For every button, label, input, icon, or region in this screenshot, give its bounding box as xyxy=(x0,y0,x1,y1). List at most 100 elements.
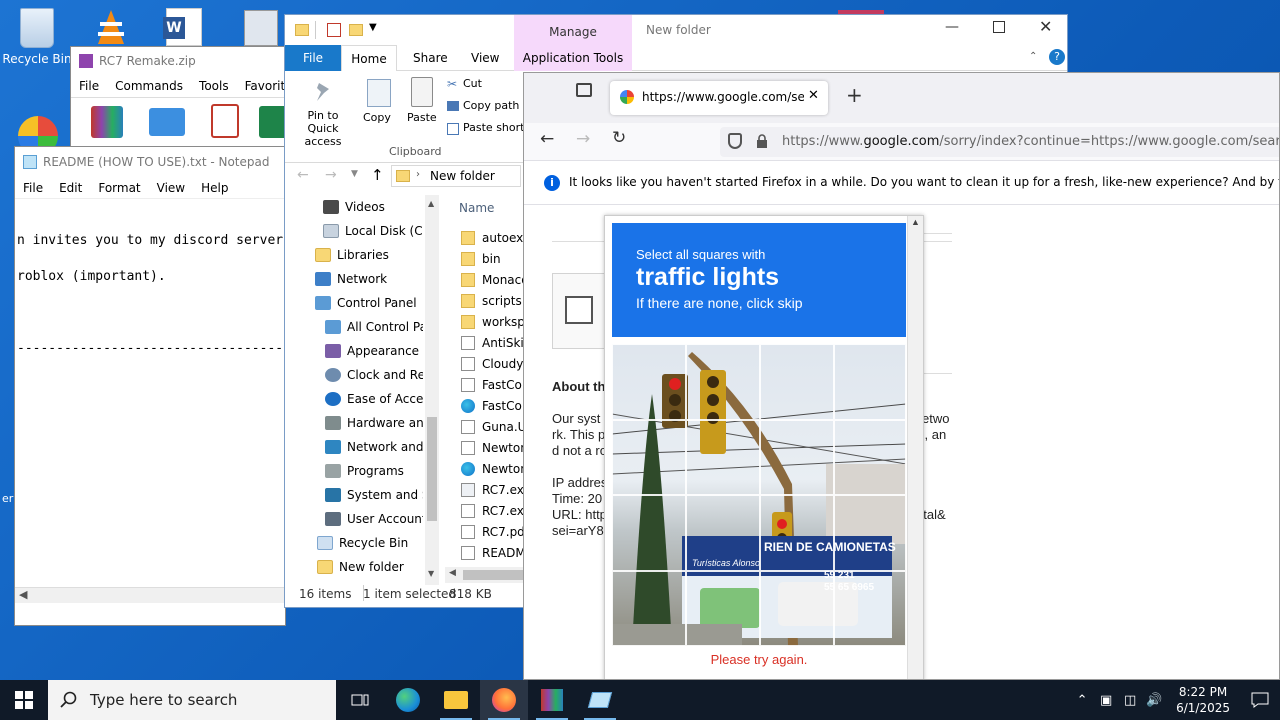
captcha-tile[interactable] xyxy=(612,571,686,646)
tree-item-network-internet[interactable]: Network and Internet xyxy=(305,435,423,459)
files-horizontal-scrollbar[interactable]: ◀ xyxy=(445,567,525,583)
lock-icon[interactable] xyxy=(756,134,768,148)
chevron-down-icon[interactable]: ▼ xyxy=(369,22,377,33)
tree-item-network[interactable]: Network xyxy=(305,267,423,291)
file-row[interactable]: RC7.exe xyxy=(461,479,525,500)
notepad-menu-format[interactable]: Format xyxy=(90,181,148,195)
file-row[interactable]: AntiSkid xyxy=(461,332,525,353)
tree-scroll-thumb[interactable] xyxy=(427,417,437,521)
show-hidden-icons-button[interactable]: ⌃ xyxy=(1070,680,1094,720)
taskbar-file-explorer[interactable] xyxy=(432,680,480,720)
captcha-tile[interactable] xyxy=(760,495,834,571)
tree-item-ease-of-access[interactable]: Ease of Access xyxy=(305,387,423,411)
address-bar[interactable]: › New folder xyxy=(391,165,521,187)
file-row[interactable]: README xyxy=(461,542,525,563)
captcha-tile[interactable] xyxy=(834,344,906,420)
tab-google-search[interactable]: https://www.google.com/search ✕ xyxy=(610,81,828,115)
forward-button[interactable]: → xyxy=(325,167,337,183)
vlc-icon[interactable] xyxy=(94,8,128,46)
notepad-horizontal-scrollbar[interactable]: ◀ xyxy=(15,587,285,603)
copy-path-button[interactable]: Copy path xyxy=(463,99,519,112)
file-row[interactable]: workspace xyxy=(461,311,525,332)
file-row[interactable]: CloudyA xyxy=(461,353,525,374)
winrar-menu-file[interactable]: File xyxy=(71,79,107,93)
taskbar-winrar[interactable] xyxy=(528,680,576,720)
taskbar-clock[interactable]: 8:22 PM 6/1/2025 xyxy=(1166,684,1240,716)
task-view-button[interactable] xyxy=(336,680,384,720)
maximize-button[interactable] xyxy=(993,21,1005,33)
tree-item-new-folder[interactable]: New folder xyxy=(305,555,423,579)
captcha-tile[interactable] xyxy=(686,571,760,646)
cut-button[interactable]: Cut xyxy=(463,77,482,90)
tree-item-control-panel[interactable]: Control Panel xyxy=(305,291,423,315)
close-button[interactable]: ✕ xyxy=(1039,17,1052,36)
file-row[interactable]: FastColo xyxy=(461,374,525,395)
column-header-name[interactable]: Name xyxy=(459,201,494,215)
captcha-tile[interactable] xyxy=(612,495,686,571)
pin-to-quick-access-button[interactable]: Pin to Quick access xyxy=(291,109,355,148)
file-row[interactable]: autoexec xyxy=(461,227,525,248)
captcha-tile[interactable] xyxy=(612,344,686,420)
captcha-tile[interactable] xyxy=(686,495,760,571)
winrar-add-icon[interactable] xyxy=(91,106,123,138)
tree-item-system-security[interactable]: System and Security xyxy=(305,483,423,507)
popup-scrollbar[interactable]: ▲ xyxy=(907,216,923,679)
file-row[interactable]: RC7.exe xyxy=(461,500,525,521)
file-row[interactable]: Newtons xyxy=(461,437,525,458)
copy-button[interactable]: Copy xyxy=(363,111,391,124)
tree-item-user-accounts[interactable]: User Accounts xyxy=(305,507,423,531)
captcha-tile[interactable] xyxy=(760,344,834,420)
file-row[interactable]: Guna.UI xyxy=(461,416,525,437)
tracking-shield-icon[interactable] xyxy=(728,133,742,149)
tree-item-recycle-bin[interactable]: Recycle Bin xyxy=(305,531,423,555)
device-icon[interactable]: ▣ xyxy=(1094,680,1118,720)
tree-item-appearance[interactable]: Appearance and Personalization xyxy=(305,339,423,363)
captcha-tile[interactable] xyxy=(760,420,834,495)
captcha-tile[interactable] xyxy=(834,571,906,646)
tree-item-programs[interactable]: Programs xyxy=(305,459,423,483)
tree-item-clock-region[interactable]: Clock and Region xyxy=(305,363,423,387)
back-button[interactable]: ← xyxy=(297,167,309,183)
winrar-menu-tools[interactable]: Tools xyxy=(191,79,237,93)
paste-button[interactable]: Paste xyxy=(407,111,437,124)
file-row[interactable]: RC7.pdb xyxy=(461,521,525,542)
notepad-menu-edit[interactable]: Edit xyxy=(51,181,90,195)
reload-button[interactable]: ↻ xyxy=(612,128,626,148)
network-icon[interactable]: ◫ xyxy=(1118,680,1142,720)
up-button[interactable]: ↑ xyxy=(371,166,384,184)
taskbar-firefox[interactable] xyxy=(480,680,528,720)
volume-icon[interactable]: 🔊 xyxy=(1142,680,1166,720)
new-tab-button[interactable]: + xyxy=(846,83,863,107)
taskbar-notepad[interactable] xyxy=(576,680,624,720)
file-row[interactable]: Newtons xyxy=(461,458,525,479)
notepad-menu-help[interactable]: Help xyxy=(193,181,236,195)
tree-item-libraries[interactable]: Libraries xyxy=(305,243,423,267)
captcha-tile[interactable] xyxy=(834,495,906,571)
notifications-icon[interactable] xyxy=(1240,680,1280,720)
view-icon[interactable] xyxy=(259,106,287,138)
minimize-button[interactable]: — xyxy=(945,19,959,35)
tab-file[interactable]: File xyxy=(285,45,341,71)
tab-application-tools[interactable]: Application Tools xyxy=(514,45,632,71)
firefox-view-icon[interactable] xyxy=(576,83,592,97)
captcha-tile[interactable] xyxy=(686,344,760,420)
tree-scrollbar[interactable]: ▲ ▼ xyxy=(425,195,439,585)
start-button[interactable] xyxy=(0,680,48,720)
captcha-tile[interactable] xyxy=(686,420,760,495)
scroll-up-icon[interactable]: ▲ xyxy=(911,217,920,227)
winrar-menu-commands[interactable]: Commands xyxy=(107,79,191,93)
forward-button[interactable]: → xyxy=(576,129,590,149)
tab-home[interactable]: Home xyxy=(341,45,397,72)
tab-close-icon[interactable]: ✕ xyxy=(808,88,819,103)
extract-to-icon[interactable] xyxy=(149,108,185,136)
tree-item-hardware-sound[interactable]: Hardware and Sound xyxy=(305,411,423,435)
desktop-icon-recycle-bin[interactable]: Recycle Bin xyxy=(2,8,72,66)
manage-tab[interactable]: Manage xyxy=(514,15,632,45)
file-row[interactable]: FastColo xyxy=(461,395,525,416)
word-doc-icon[interactable]: W xyxy=(163,8,202,46)
taskbar-edge[interactable] xyxy=(384,680,432,720)
scroll-left-icon[interactable]: ◀ xyxy=(449,568,456,578)
image-file-icon[interactable] xyxy=(244,10,278,46)
file-row[interactable]: Monaco xyxy=(461,269,525,290)
recaptcha-checkbox[interactable] xyxy=(565,296,593,324)
